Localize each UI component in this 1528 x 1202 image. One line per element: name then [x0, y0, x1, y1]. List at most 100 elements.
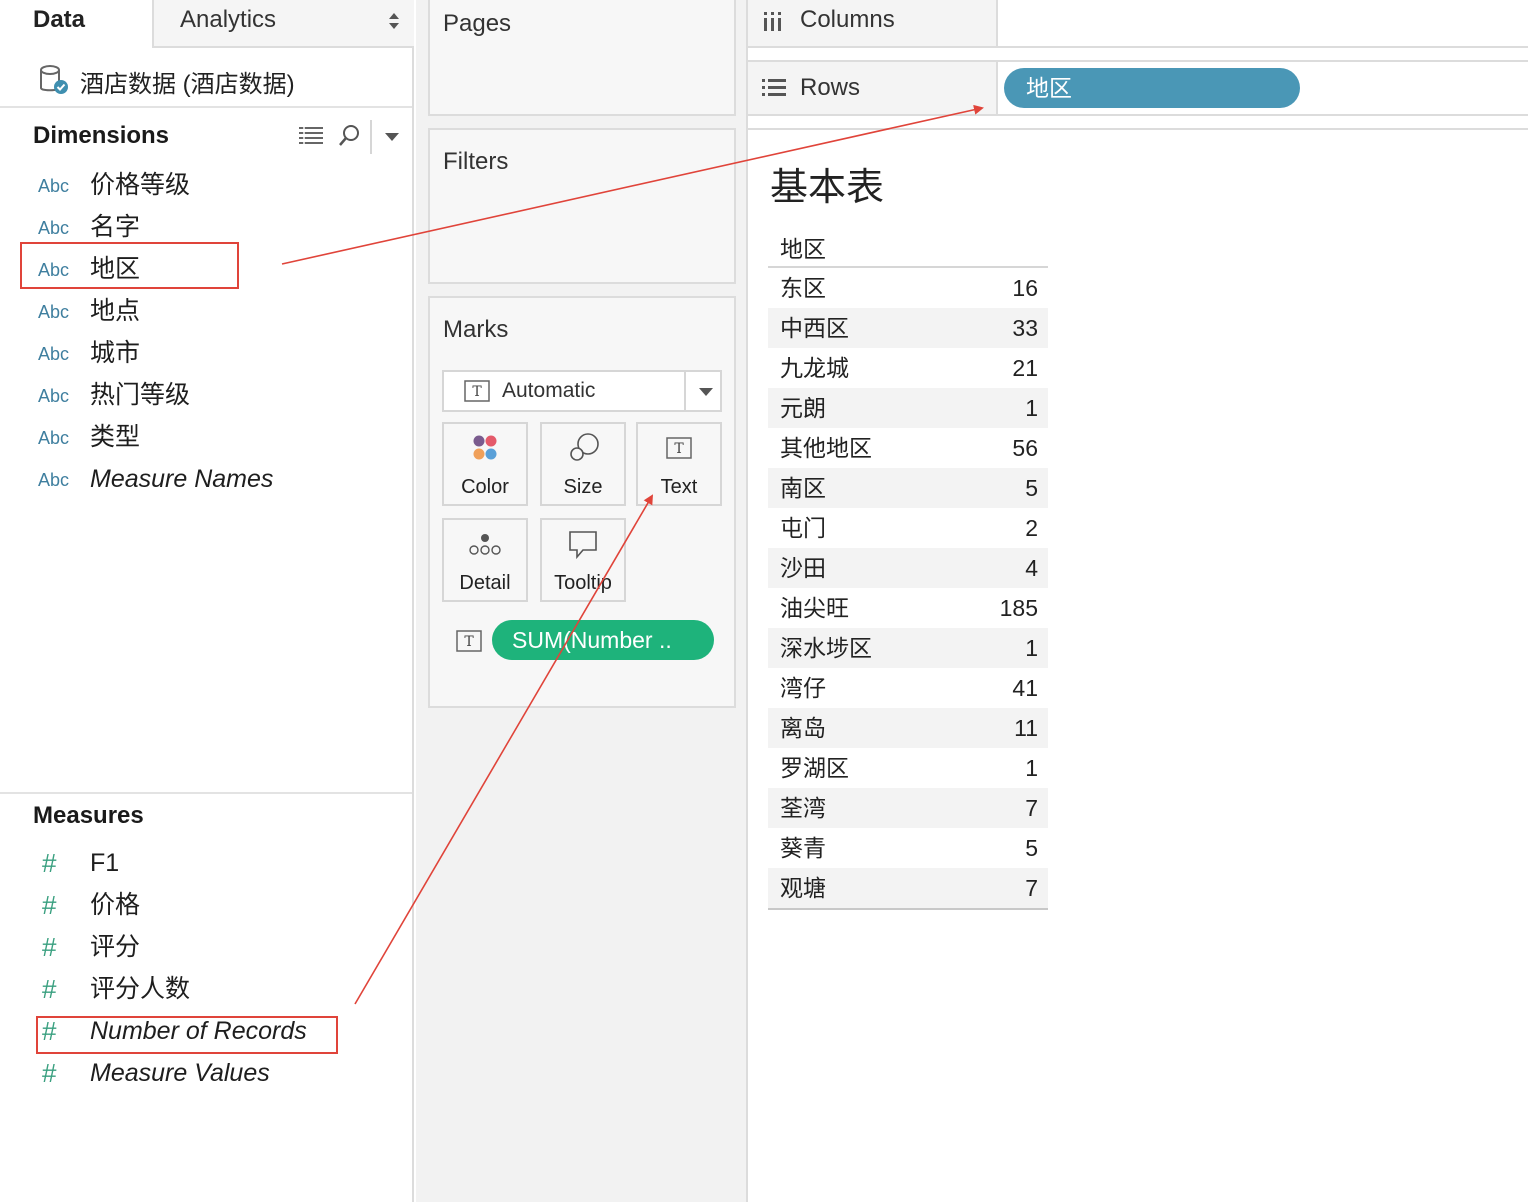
record-count-cell: 185 [999, 595, 1038, 621]
row-header-region[interactable]: 地区 [768, 230, 1048, 268]
sort-arrows-icon [389, 13, 399, 29]
pages-card[interactable]: Pages [428, 0, 736, 116]
measure-pill-sum-number-of-records[interactable]: SUM(Number .. [492, 620, 714, 660]
svg-text:T: T [464, 634, 474, 650]
detail-button[interactable]: Detail [442, 518, 528, 602]
record-count-cell: 7 [1025, 795, 1038, 821]
string-type-icon: Abc [38, 176, 70, 196]
dimension-field-city[interactable]: Abc 城市 [38, 336, 408, 376]
toolbar-divider [370, 120, 372, 154]
search-icon[interactable] [338, 124, 360, 148]
field-label: F1 [90, 849, 120, 877]
columns-icon [764, 12, 781, 31]
dimensions-title: Dimensions [33, 122, 170, 149]
number-type-icon: # [42, 890, 57, 920]
datasource-row[interactable]: 酒店数据 (酒店数据) [0, 56, 412, 108]
field-label: 评分 [90, 933, 141, 961]
field-label: 评分人数 [90, 975, 191, 1003]
string-type-icon: Abc [38, 386, 70, 406]
region-name-cell: 元朗 [780, 395, 826, 421]
dimension-field-price-level[interactable]: Abc 价格等级 [38, 168, 408, 208]
dimensions-toolbar [296, 120, 408, 154]
table-row[interactable]: 中西区 33 [768, 308, 1048, 348]
measure-field-f1[interactable]: # F1 [38, 846, 408, 886]
record-count-cell: 5 [1025, 835, 1038, 861]
region-name-cell: 东区 [780, 275, 826, 301]
number-type-icon: # [42, 932, 57, 962]
table-row[interactable]: 其他地区 56 [768, 428, 1048, 468]
region-name-cell: 离岛 [780, 715, 826, 741]
text-mark-icon: T [464, 380, 490, 402]
chevron-down-icon[interactable] [384, 132, 400, 142]
record-count-cell: 5 [1025, 475, 1038, 501]
record-count-cell: 4 [1025, 555, 1038, 581]
field-label: 地区 [90, 255, 141, 283]
field-label: 热门等级 [90, 381, 191, 409]
dimension-field-name[interactable]: Abc 名字 [38, 210, 408, 250]
field-label: 地点 [90, 297, 141, 325]
dimension-field-region[interactable]: Abc 地区 [38, 252, 408, 292]
list-view-icon[interactable] [298, 126, 324, 146]
measures-divider [0, 792, 412, 794]
dimension-field-measure-names[interactable]: Abc Measure Names [38, 462, 408, 502]
filters-card[interactable]: Filters [428, 128, 736, 284]
dimension-field-type[interactable]: Abc 类型 [38, 420, 408, 460]
table-row[interactable]: 屯门 2 [768, 508, 1048, 548]
table-row[interactable]: 离岛 11 [768, 708, 1048, 748]
dimension-pill-region[interactable]: 地区 [1004, 68, 1300, 108]
region-name-cell: 葵青 [780, 835, 826, 861]
measure-field-rating[interactable]: # 评分 [38, 930, 408, 970]
record-count-cell: 1 [1025, 395, 1038, 421]
text-button[interactable]: T Text [636, 422, 722, 506]
record-count-cell: 1 [1025, 755, 1038, 781]
field-label: 价格 [90, 891, 141, 919]
table-row[interactable]: 东区 16 [768, 268, 1048, 308]
dimension-field-popularity[interactable]: Abc 热门等级 [38, 378, 408, 418]
region-name-cell: 南区 [780, 475, 826, 501]
mark-type-label: Automatic [502, 379, 596, 402]
measure-field-price[interactable]: # 价格 [38, 888, 408, 928]
tab-analytics[interactable]: Analytics [152, 0, 414, 48]
table-row[interactable]: 南区 5 [768, 468, 1048, 508]
tooltip-button[interactable]: Tooltip [540, 518, 626, 602]
table-row[interactable]: 湾仔 41 [768, 668, 1048, 708]
size-button[interactable]: Size [540, 422, 626, 506]
detail-icon [469, 534, 501, 555]
pages-card-title: Pages [443, 10, 512, 37]
string-type-icon: Abc [38, 260, 70, 280]
table-row[interactable]: 深水埗区 1 [768, 628, 1048, 668]
measure-field-rating-count[interactable]: # 评分人数 [38, 972, 408, 1012]
measure-field-number-of-records[interactable]: # Number of Records [38, 1014, 408, 1054]
table-row[interactable]: 元朗 1 [768, 388, 1048, 428]
table-row[interactable]: 油尖旺 185 [768, 588, 1048, 628]
region-name-cell: 屯门 [780, 515, 826, 541]
table-row[interactable]: 观塘 7 [768, 868, 1048, 908]
field-label: 名字 [90, 213, 141, 241]
region-name-cell: 观塘 [780, 875, 826, 901]
columns-shelf[interactable]: Columns [748, 0, 1528, 48]
text-label: Text [660, 476, 698, 498]
field-label: 价格等级 [90, 171, 191, 199]
color-label: Color [461, 476, 509, 498]
rows-shelf[interactable]: Rows 地区 [748, 60, 1528, 116]
chevron-down-icon [699, 388, 713, 396]
tab-data[interactable]: Data [0, 0, 152, 48]
table-bottom-border [768, 908, 1048, 910]
mark-type-dropdown[interactable]: T Automatic [442, 370, 722, 412]
dimension-field-location[interactable]: Abc 地点 [38, 294, 408, 334]
number-type-icon: # [42, 1058, 57, 1088]
table-row[interactable]: 九龙城 21 [768, 348, 1048, 388]
table-row[interactable]: 沙田 4 [768, 548, 1048, 588]
measures-title: Measures [33, 802, 144, 829]
table-row[interactable]: 罗湖区 1 [768, 748, 1048, 788]
measure-field-measure-values[interactable]: # Measure Values [38, 1056, 408, 1096]
filters-card-title: Filters [443, 148, 509, 175]
table-row[interactable]: 葵青 5 [768, 828, 1048, 868]
field-label: 城市 [90, 339, 141, 367]
data-pane: Data Analytics 酒店数据 (酒店数据) Dimensions Ab… [0, 0, 414, 1202]
color-button[interactable]: Color [442, 422, 528, 506]
marks-card-title: Marks [443, 316, 509, 343]
region-name-cell: 罗湖区 [780, 755, 849, 781]
table-row[interactable]: 荃湾 7 [768, 788, 1048, 828]
region-name-cell: 油尖旺 [780, 595, 849, 621]
